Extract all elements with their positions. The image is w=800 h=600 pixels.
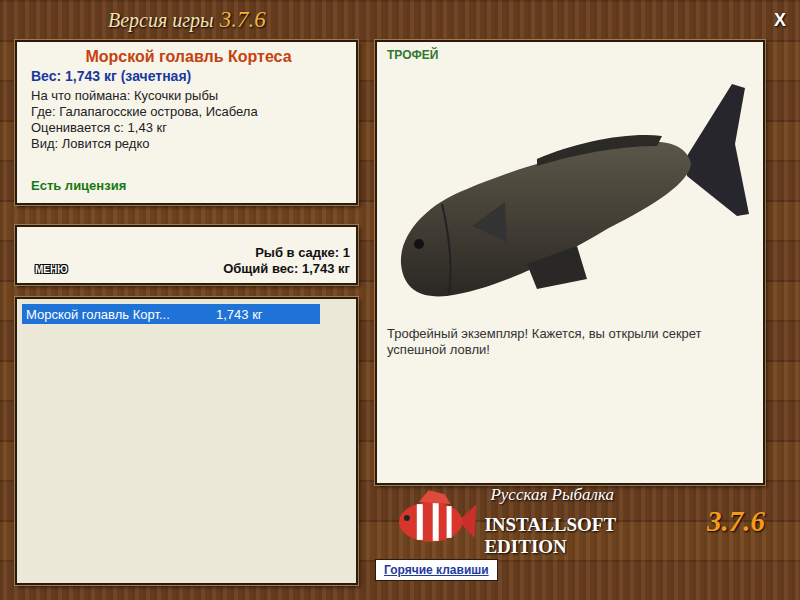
- version-label: Версия игры: [108, 9, 214, 32]
- fish-count: Рыб в садке: 1: [223, 245, 350, 261]
- keepnet-info: Рыб в садке: 1Общий вес: 1,743 кг: [223, 245, 350, 277]
- branding: Русская РыбалкаINSTALLSOFT EDITION3.7.6: [375, 485, 765, 557]
- fish-name: Морской голавль Кортеса: [31, 48, 346, 66]
- fish-weight: Вес: 1,743 кг (зачетная): [31, 68, 346, 84]
- brand-line: INSTALLSOFT EDITION3.7.6: [484, 505, 765, 558]
- fish-picture: [387, 64, 753, 314]
- close-button[interactable]: X: [770, 10, 790, 31]
- total-weight: Общий вес: 1,743 кг: [223, 261, 350, 277]
- trophy-panel: ТРОФЕЙ Трофейный экземпляр! Кажется, вы о…: [375, 40, 765, 485]
- brand-text: Русская РыбалкаINSTALLSOFT EDITION3.7.6: [484, 485, 765, 558]
- catch-list: Морской голавль Корт...1,743 кг: [15, 297, 358, 585]
- brand-version: 3.7.6: [707, 505, 765, 538]
- catch-name: Морской голавль Корт...: [26, 307, 216, 322]
- title-bar: Версия игры 3.7.6 X: [0, 0, 800, 40]
- license-status: Есть лицензия: [31, 178, 346, 193]
- menu-button[interactable]: МЕНЮ: [35, 264, 68, 275]
- hotkeys-button[interactable]: Горячие клавиши: [375, 559, 498, 581]
- brand-edition: INSTALLSOFT EDITION: [484, 514, 701, 558]
- version-title: Версия игры 3.7.6: [108, 7, 266, 33]
- fish-detail: Оценивается с: 1,43 кг: [31, 120, 346, 136]
- logo-fish-icon: [389, 486, 478, 556]
- brand-title: Русская Рыбалка: [484, 485, 765, 505]
- left-column: Морской голавль Кортеса Вес: 1,743 кг (за…: [15, 40, 358, 600]
- trophy-badge: ТРОФЕЙ: [387, 48, 753, 62]
- right-column: ТРОФЕЙ Трофейный экземпляр! Кажется, вы о…: [375, 40, 765, 600]
- catch-row[interactable]: Морской голавль Корт...1,743 кг: [22, 304, 320, 324]
- main-area: Морской голавль Кортеса Вес: 1,743 кг (за…: [0, 40, 800, 600]
- fish-detail: Вид: Ловится редко: [31, 136, 346, 152]
- fish-info-card: Морской голавль Кортеса Вес: 1,743 кг (за…: [15, 40, 358, 205]
- fish-icon: [387, 64, 757, 314]
- fish-detail: Где: Галапагосские острова, Исабела: [31, 104, 346, 120]
- keepnet-panel: МЕНЮ Рыб в садке: 1Общий вес: 1,743 кг: [15, 225, 358, 285]
- version-number: 3.7.6: [220, 7, 266, 33]
- hotkeys-row: Горячие клавиши: [375, 559, 765, 581]
- trophy-message: Трофейный экземпляр! Кажется, вы открыли…: [387, 326, 742, 358]
- catch-weight: 1,743 кг: [216, 307, 316, 322]
- fish-detail: На что поймана: Кусочки рыбы: [31, 88, 346, 104]
